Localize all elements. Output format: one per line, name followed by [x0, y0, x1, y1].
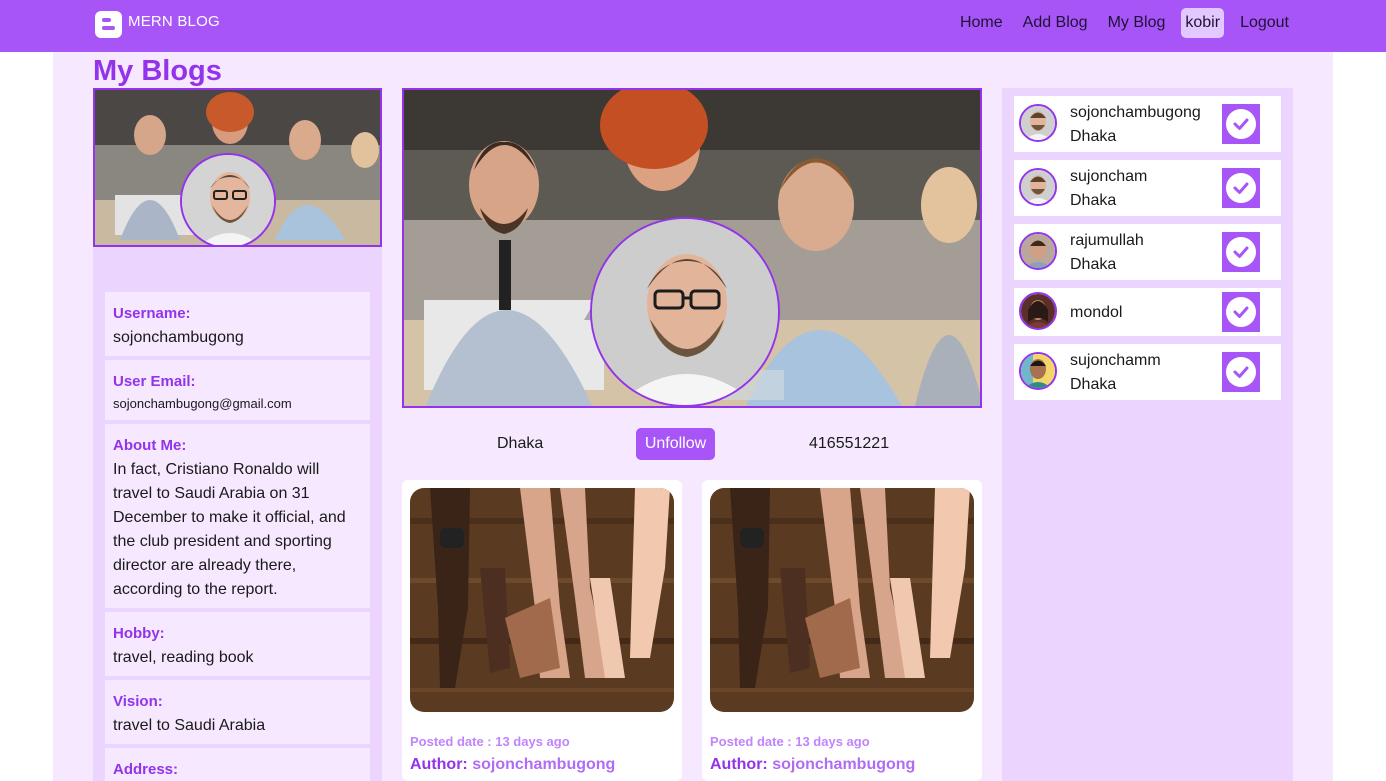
brand-text: MERN BLOG: [128, 13, 220, 30]
hobby-value: travel, reading book: [113, 649, 254, 666]
nav-home[interactable]: Home: [956, 8, 1007, 38]
user-name: sujonchamm: [1070, 352, 1161, 369]
location-text: Dhaka: [497, 435, 544, 452]
user-avatar: [1019, 352, 1057, 390]
author-label: Author:: [410, 756, 468, 773]
check-icon: [1226, 109, 1256, 139]
profile-meta-row: Dhaka Unfollow 416551221: [402, 428, 982, 460]
unfollow-button[interactable]: Unfollow: [636, 428, 715, 460]
user-list-item[interactable]: rajumullah Dhaka: [1014, 224, 1281, 280]
phone-text: 416551221: [809, 435, 890, 452]
follow-check-button[interactable]: [1222, 168, 1260, 208]
vision-label: Vision:: [113, 693, 163, 710]
brand[interactable]: MERN BLOG: [95, 11, 220, 38]
profile-avatar: [180, 153, 276, 245]
check-icon: [1226, 173, 1256, 203]
nav-my-blog[interactable]: My Blog: [1104, 8, 1170, 38]
author-name[interactable]: sojonchambugong: [472, 756, 615, 773]
post-image[interactable]: [710, 488, 974, 712]
about-box: About Me: In fact, Cristiano Ronaldo wil…: [105, 424, 370, 608]
user-list-item[interactable]: mondol: [1014, 288, 1281, 336]
user-city: Dhaka: [1070, 192, 1117, 209]
post-card[interactable]: Posted date : 13 days ago Author: sojonc…: [702, 480, 982, 781]
username-value: sojonchambugong: [113, 329, 244, 346]
author-name[interactable]: sojonchambugong: [772, 756, 915, 773]
post-card[interactable]: Posted date : 13 days ago Author: sojonc…: [402, 480, 682, 781]
email-label: User Email:: [113, 373, 196, 390]
follow-check-button[interactable]: [1222, 292, 1260, 332]
profile-cover-image: [93, 88, 382, 247]
user-city: Dhaka: [1070, 128, 1117, 145]
hobby-label: Hobby:: [113, 625, 165, 642]
user-city: Dhaka: [1070, 256, 1117, 273]
user-name: rajumullah: [1070, 232, 1144, 249]
main-profile-avatar: [590, 217, 780, 406]
user-name: mondol: [1070, 304, 1123, 321]
post-author: Author: sojonchambugong: [710, 756, 915, 774]
user-avatar: [1019, 168, 1057, 206]
user-name: sojonchambugong: [1070, 104, 1201, 121]
follow-check-button[interactable]: [1222, 232, 1260, 272]
address-label: Address:: [113, 761, 179, 778]
hobby-box: Hobby: travel, reading book: [105, 612, 370, 676]
navbar: MERN BLOG Home Add Blog My Blog kobir Lo…: [0, 0, 1386, 52]
follow-check-button[interactable]: [1222, 104, 1260, 144]
vision-box: Vision: travel to Saudi Arabia: [105, 680, 370, 744]
user-list-item[interactable]: sujonchamm Dhaka: [1014, 344, 1281, 400]
author-label: Author:: [710, 756, 768, 773]
vision-value: travel to Saudi Arabia: [113, 717, 266, 734]
main-cover-image: [402, 88, 982, 408]
page-title: My Blogs: [93, 55, 222, 87]
about-label: About Me:: [113, 437, 187, 454]
user-name: sujoncham: [1070, 168, 1148, 185]
nav-logout[interactable]: Logout: [1236, 8, 1293, 38]
username-label: Username:: [113, 305, 191, 322]
check-icon: [1226, 237, 1256, 267]
username-box: Username: sojonchambugong: [105, 292, 370, 356]
follow-check-button[interactable]: [1222, 352, 1260, 392]
address-box: Address:: [105, 748, 370, 781]
post-author: Author: sojonchambugong: [410, 756, 615, 774]
nav-add-blog[interactable]: Add Blog: [1019, 8, 1092, 38]
nav-user-profile[interactable]: kobir: [1181, 8, 1225, 38]
check-icon: [1226, 297, 1256, 327]
check-icon: [1226, 357, 1256, 387]
about-value: In fact, Cristiano Ronaldo will travel t…: [113, 461, 346, 598]
user-list-item[interactable]: sojonchambugong Dhaka: [1014, 96, 1281, 152]
email-box: User Email: sojonchambugong@gmail.com: [105, 360, 370, 420]
post-date: Posted date : 13 days ago: [410, 734, 570, 749]
user-list-item[interactable]: sujoncham Dhaka: [1014, 160, 1281, 216]
post-image[interactable]: [410, 488, 674, 712]
user-avatar: [1019, 104, 1057, 142]
nav-links: Home Add Blog My Blog kobir Logout: [944, 8, 1293, 38]
blogger-logo-icon: [95, 11, 122, 38]
email-value: sojonchambugong@gmail.com: [113, 396, 292, 411]
user-city: Dhaka: [1070, 376, 1117, 393]
post-date: Posted date : 13 days ago: [710, 734, 870, 749]
user-avatar: [1019, 292, 1057, 330]
user-avatar: [1019, 232, 1057, 270]
